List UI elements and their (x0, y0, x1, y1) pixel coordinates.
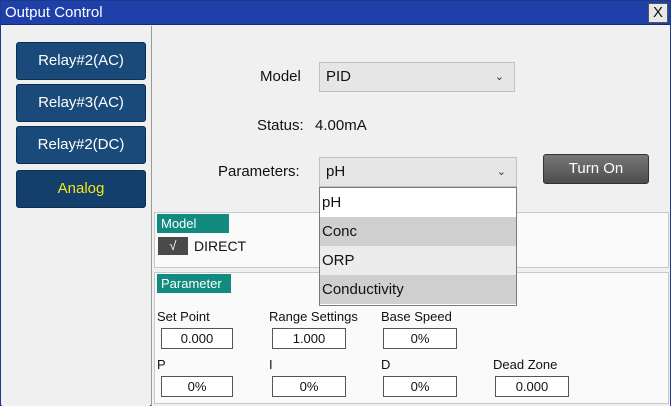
chevron-down-icon: ⌄ (494, 71, 504, 83)
i-label: I (269, 357, 273, 372)
model-select[interactable]: PID ⌄ (319, 62, 515, 92)
d-label: D (381, 357, 391, 372)
window-title: Output Control (5, 4, 103, 21)
chevron-down-icon: ⌄ (496, 166, 506, 178)
model-label: Model (260, 68, 301, 85)
i-field[interactable]: 0% (272, 376, 346, 397)
dropdown-option-conc[interactable]: Conc (320, 217, 516, 246)
dropdown-option-orp[interactable]: ORP (320, 246, 516, 275)
model-group-tag: Model (157, 214, 229, 233)
parameters-value: pH (326, 163, 346, 180)
parameters-select[interactable]: pH ⌄ (319, 157, 517, 187)
output-control-window: Output Control X Relay#2(AC) Relay#3(AC)… (0, 0, 671, 406)
dead-zone-label: Dead Zone (493, 357, 558, 372)
dropdown-option-conductivity[interactable]: Conductivity (320, 275, 516, 304)
main-panel: Model PID ⌄ Status: 4.00mA Parameters: p… (151, 26, 670, 406)
range-settings-field[interactable]: 1.000 (272, 328, 346, 349)
direct-label: DIRECT (194, 238, 247, 254)
sidebar-item-relay2-ac[interactable]: Relay#2(AC) (16, 42, 146, 80)
parameters-dropdown-list: pH Conc ORP Conductivity (319, 187, 517, 306)
base-speed-label: Base Speed (381, 309, 452, 324)
sidebar-item-relay2-dc[interactable]: Relay#2(DC) (16, 126, 146, 164)
close-button[interactable]: X (648, 3, 668, 23)
sidebar: Relay#2(AC) Relay#3(AC) Relay#2(DC) Anal… (2, 26, 150, 406)
p-field[interactable]: 0% (161, 376, 233, 397)
title-bar: Output Control X (1, 1, 670, 25)
dead-zone-field[interactable]: 0.000 (495, 376, 569, 397)
sidebar-item-analog[interactable]: Analog (16, 170, 146, 208)
checkmark-icon: √ (169, 238, 177, 253)
set-point-label: Set Point (157, 309, 210, 324)
p-label: P (157, 357, 166, 372)
parameters-label: Parameters: (218, 163, 300, 180)
turn-on-button[interactable]: Turn On (543, 154, 649, 184)
base-speed-field[interactable]: 0% (383, 328, 457, 349)
range-settings-label: Range Settings (269, 309, 358, 324)
dropdown-option-ph[interactable]: pH (320, 188, 516, 217)
direct-checkbox[interactable]: √ (158, 237, 188, 255)
set-point-field[interactable]: 0.000 (161, 328, 233, 349)
parameter-group-tag: Parameter (157, 274, 231, 293)
d-field[interactable]: 0% (383, 376, 457, 397)
sidebar-item-relay3-ac[interactable]: Relay#3(AC) (16, 84, 146, 122)
status-value: 4.00mA (315, 117, 367, 134)
model-value: PID (326, 68, 352, 85)
status-label: Status: (257, 117, 304, 134)
